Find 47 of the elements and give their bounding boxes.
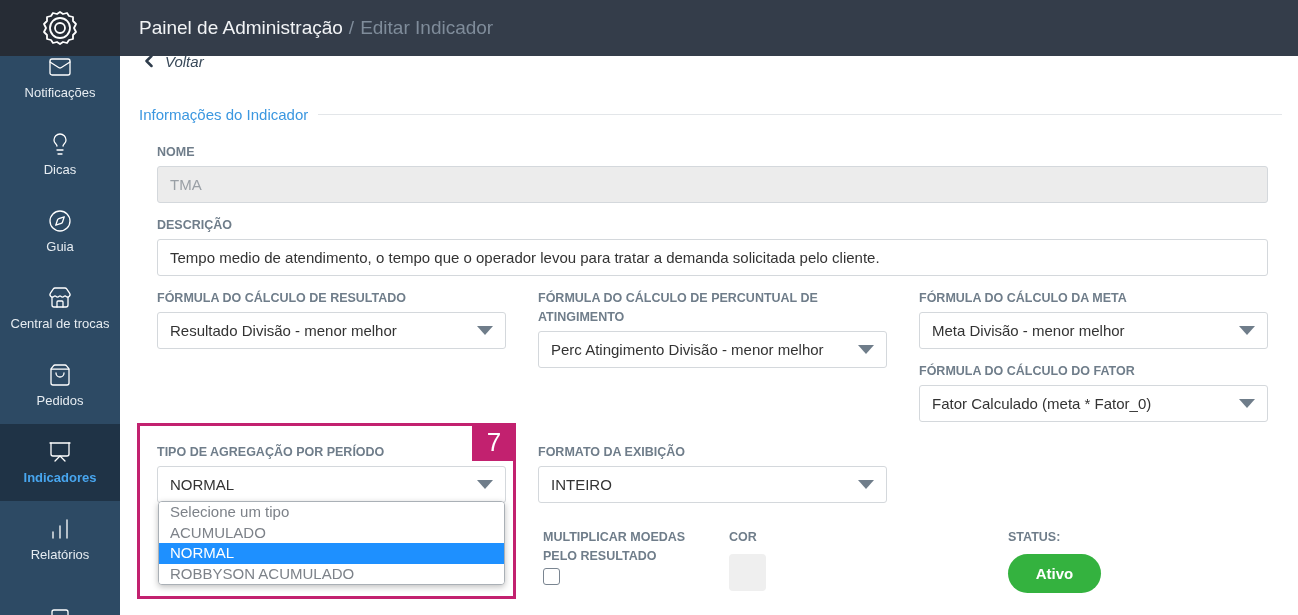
percentage-formula-select[interactable]: Perc Atingimento Divisão - menor melhor xyxy=(538,331,887,368)
back-link[interactable]: Voltar xyxy=(139,56,204,72)
presentation-chart-icon xyxy=(48,440,72,464)
mail-icon xyxy=(48,56,72,79)
caret-icon xyxy=(1239,326,1255,335)
field-label: DESCRIÇÃO xyxy=(157,216,233,234)
shopping-bag-icon xyxy=(48,363,72,387)
logo-icon xyxy=(42,10,78,46)
storefront-icon xyxy=(48,286,72,310)
field-label: FÓRMULA DO CÁLCULO DE PERCUNTUAL DE ATINGIMENTO xyxy=(538,289,819,326)
goal-formula-select[interactable]: Meta Divisão - menor melhor xyxy=(919,312,1268,349)
field-label: TIPO DE AGREGAÇÃO POR PERÍODO xyxy=(157,443,386,461)
result-formula-select[interactable]: Resultado Divisão - menor melhor xyxy=(157,312,506,349)
field-label: MULTIPLICAR MOEDAS PELO RESULTADO xyxy=(543,529,687,565)
section-title: Informações do Indicador xyxy=(139,106,309,123)
header-title: Painel de Administração xyxy=(139,17,343,39)
factor-formula-select[interactable]: Fator Calculado (meta * Fator_0) xyxy=(919,385,1268,422)
caret-icon xyxy=(858,345,874,354)
dropdown-option[interactable]: ROBBYSON ACUMULADO xyxy=(159,563,504,584)
display-format-select[interactable]: INTEIRO xyxy=(538,466,887,503)
sidebar-item[interactable]: Guia xyxy=(0,193,120,270)
caret-icon xyxy=(858,480,874,489)
field-label: FÓRMULA DO CÁLCULO DO FATOR xyxy=(919,362,1136,380)
sidebar-item[interactable]: Dicas xyxy=(0,116,120,193)
field-label: FÓRMULA DO CÁLCULO DA META xyxy=(919,289,1128,307)
caret-icon xyxy=(477,480,493,489)
sidebar-item[interactable]: Notificações xyxy=(0,56,120,116)
breadcrumb-separator: / xyxy=(348,17,355,39)
dropdown-option[interactable]: ACUMULADO xyxy=(159,522,504,543)
field-label: COR xyxy=(729,529,758,546)
sidebar-item[interactable]: Pedidos xyxy=(0,347,120,424)
sidebar-item[interactable]: Central de trocas xyxy=(0,270,120,347)
aggregation-type-select[interactable]: NORMAL xyxy=(157,466,506,503)
header-subtitle: Editar Indicador xyxy=(360,17,494,39)
field-label: FÓRMULA DO CÁLCULO DE RESULTADO xyxy=(157,289,408,307)
caret-icon xyxy=(1239,399,1255,408)
dropdown-option[interactable]: Selecione um tipo xyxy=(159,502,504,523)
caret-icon xyxy=(477,326,493,335)
field-label: STATUS: xyxy=(1008,529,1062,546)
sidebar-item[interactable]: Relatórios xyxy=(0,501,120,578)
field-label: NOME xyxy=(157,144,196,161)
sidebar-item[interactable]: Indicadores xyxy=(0,424,120,501)
compass-icon xyxy=(48,209,72,233)
field-label: FORMATO DA EXIBIÇÃO xyxy=(538,443,686,461)
checkbox[interactable] xyxy=(543,568,560,585)
annotation-badge: 7 xyxy=(472,423,516,461)
description-field[interactable]: Tempo medio de atendimento, o tempo que o operador levou para tratar a demanda solicitada pelo cliente. xyxy=(157,239,1268,276)
